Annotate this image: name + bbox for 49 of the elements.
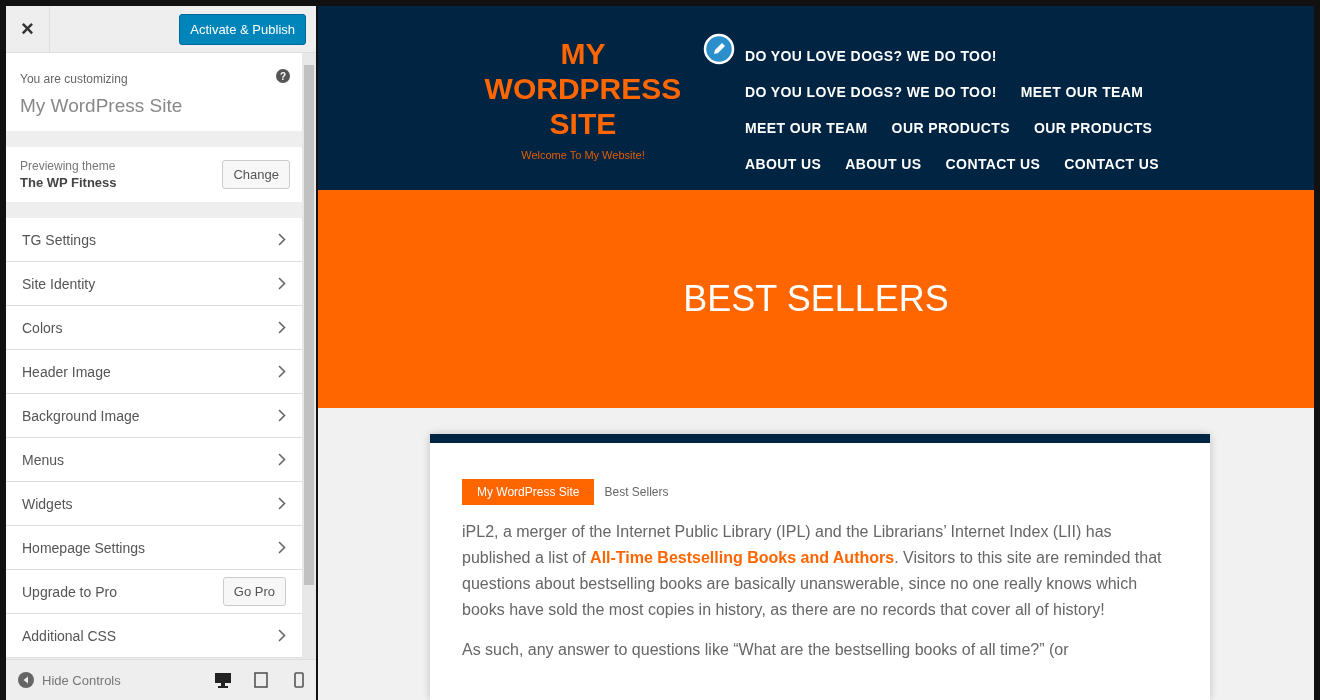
theme-label: Previewing theme [20,159,117,173]
chevron-right-icon [278,629,286,642]
site-title[interactable]: MY WORDPRESS SITE [472,36,693,141]
site-name: My WordPress Site [20,95,184,117]
nav-link[interactable]: OUR PRODUCTS [891,120,1010,136]
menu-item[interactable]: Homepage Settings [6,526,302,570]
nav-link[interactable]: DO YOU LOVE DOGS? WE DO TOO! [744,84,997,100]
paragraph: As such, any answer to questions like “What are the bestselling books of all time?” (or [462,640,1070,660]
theme-name: The WP Fitness [20,175,117,190]
menu-item[interactable]: Additional CSS [6,614,302,658]
nav-link[interactable]: ABOUT US [845,156,922,172]
mobile-icon[interactable] [294,672,304,688]
chevron-right-icon [278,453,286,466]
customizing-label: You are customizing [20,72,128,86]
help-icon[interactable]: ? [276,69,290,83]
hide-controls-button[interactable]: Hide Controls [18,672,206,688]
menu-item[interactable]: Header Image [6,350,302,394]
tablet-icon[interactable] [254,672,268,688]
upgrade-label: Upgrade to Pro [22,583,118,600]
paragraph: iPL2, a merger of the Internet Public Library (IPL) and the Librarians’ Internet Index (LII) has published a list of All-Time Bestselling Books and Authors. Visitors to this site are reminded that questions about bestselling books are basically unanswerable, since no one really knows which books have sold the most copies in history, as there are no records that cover all of history! [462,522,1163,620]
site-tagline: Welcome To My Website! [521,149,645,161]
nav-link[interactable]: MEET OUR TEAM [744,120,868,136]
chevron-right-icon [278,277,286,290]
chevron-right-icon [278,497,286,510]
chevron-right-icon [278,541,286,554]
edit-pencil-icon[interactable] [702,33,735,65]
nav-link[interactable]: CONTACT US [1064,156,1160,172]
go-pro-button[interactable]: Go Pro [222,577,286,606]
menu-item[interactable]: Colors [6,306,302,350]
breadcrumb-current: Best Sellers [604,485,669,499]
chevron-right-icon [278,233,286,246]
nav-link[interactable]: ABOUT US [744,156,822,172]
menu-item[interactable]: Background Image [6,394,302,438]
menu-item[interactable]: TG Settings [6,218,302,262]
page-title: BEST SELLERS [683,278,949,320]
chevron-right-icon [278,365,286,378]
change-button[interactable]: Change [222,160,290,189]
menu-item[interactable]: Widgets [6,482,302,526]
publish-button[interactable]: Activate & Publish [179,13,306,45]
chevron-right-icon [278,409,286,422]
nav-link[interactable]: OUR PRODUCTS [1033,120,1153,136]
chevron-right-icon [278,321,286,334]
desktop-icon[interactable] [214,672,232,688]
menu-item[interactable]: Menus [6,438,302,482]
menu-item[interactable]: Site Identity [6,262,302,306]
nav-link[interactable]: CONTACT US [945,156,1041,172]
nav-link[interactable]: MEET OUR TEAM [1020,84,1144,100]
nav-link[interactable]: DO YOU LOVE DOGS? WE DO TOO! [744,48,997,64]
scrollbar[interactable] [302,53,316,659]
